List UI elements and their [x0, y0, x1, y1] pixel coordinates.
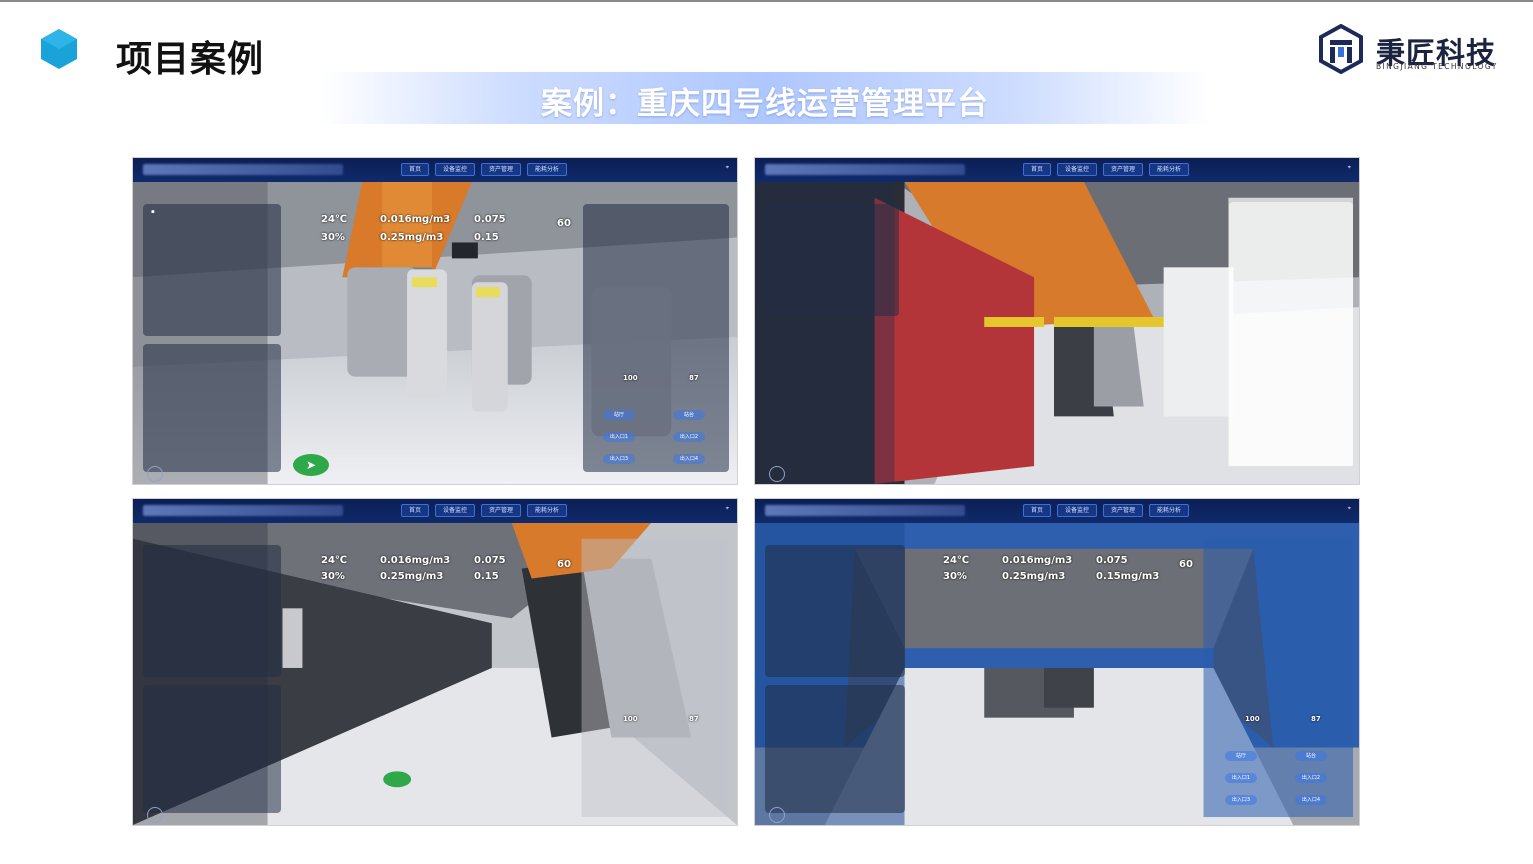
app-header: 首页 设备监控 资产管理 能耗分析 ⌖ — [755, 499, 1359, 523]
humidity-value: 30% — [321, 232, 345, 243]
btn-exit-3[interactable]: 出入口3 — [1225, 795, 1257, 805]
nav-home[interactable]: 首页 — [1023, 163, 1052, 176]
asset-panel — [765, 204, 899, 316]
stat-b: 87 — [1311, 715, 1321, 723]
pm10-value: 0.075 — [1096, 555, 1128, 566]
compass-icon[interactable] — [769, 807, 785, 823]
compass-icon[interactable] — [769, 466, 785, 482]
btn-exit-2[interactable]: 出入口2 — [1295, 773, 1327, 783]
bingjiang-logo-icon — [1319, 23, 1363, 75]
btn-platform[interactable]: 站台 — [1295, 751, 1327, 761]
app-title-blurred — [143, 505, 343, 516]
equipment-panel: ▪ — [143, 204, 281, 336]
app-title-blurred — [765, 505, 965, 516]
nav-assets[interactable]: 资产管理 — [481, 504, 522, 517]
btn-exit-1[interactable]: 出入口1 — [603, 432, 635, 442]
asset-panel — [765, 685, 905, 813]
app-title-blurred — [765, 164, 965, 175]
location-icon[interactable]: ⌖ — [726, 164, 729, 172]
nav-assets[interactable]: 资产管理 — [1103, 163, 1144, 176]
move-arrow-icon[interactable]: ➤ — [293, 454, 329, 476]
temperature-value: 24℃ — [943, 555, 970, 566]
app-nav: 首页 设备监控 资产管理 能耗分析 — [401, 504, 568, 518]
nav-home[interactable]: 首页 — [1023, 504, 1052, 517]
btn-exit-2[interactable]: 出入口2 — [673, 432, 705, 442]
nav-energy[interactable]: 能耗分析 — [527, 163, 568, 176]
pm25-value: 0.15mg/m3 — [1096, 571, 1160, 582]
pm25-value: 0.15 — [474, 571, 499, 582]
btn-exit-3[interactable]: 出入口3 — [603, 454, 635, 464]
tvoc-value: 0.25mg/m3 — [380, 232, 444, 243]
nav-assets[interactable]: 资产管理 — [481, 163, 522, 176]
stat-b: 87 — [689, 374, 699, 382]
app-header: 首页 设备监控 资产管理 能耗分析 ⌖ — [133, 158, 737, 182]
screenshot-station-hall: 首页 设备监控 资产管理 能耗分析 ⌖ ▪ 24℃ 30% 0.016mg/m3… — [132, 157, 738, 485]
stat-a: 100 — [1245, 715, 1260, 723]
equipment-panel — [765, 545, 905, 677]
btn-hall[interactable]: 站厅 — [603, 410, 635, 420]
equipment-panel — [143, 545, 281, 677]
pm25-value: 0.15 — [474, 232, 499, 243]
stat-a: 100 — [623, 374, 638, 382]
screenshot-entrance: 首页 设备监控 资产管理 能耗分析 ⌖ 24℃ 30% 0.016mg/m3 0… — [754, 498, 1360, 826]
nav-energy[interactable]: 能耗分析 — [1149, 163, 1190, 176]
panel-title-blurred: ▪ — [151, 209, 155, 215]
stat-a: 100 — [623, 715, 638, 723]
screenshot-platform-train: 首页 设备监控 资产管理 能耗分析 ⌖ — [754, 157, 1360, 485]
co2-value: 0.016mg/m3 — [1002, 555, 1073, 566]
app-title-blurred — [143, 164, 343, 175]
nav-energy[interactable]: 能耗分析 — [1149, 504, 1190, 517]
app-nav: 首页 设备监控 资产管理 能耗分析 — [1023, 504, 1190, 518]
btn-hall[interactable]: 站厅 — [1225, 751, 1257, 761]
logo-subtitle: BINGJIANG TECHNOLOGY — [1376, 62, 1498, 71]
page-title: 项目案例 — [116, 39, 265, 80]
noise-value: 60 — [1179, 559, 1193, 570]
btn-platform[interactable]: 站台 — [673, 410, 705, 420]
case-banner: 案例：重庆四号线运营管理平台 — [320, 72, 1210, 124]
noise-value: 60 — [557, 218, 571, 229]
co2-value: 0.016mg/m3 — [380, 555, 451, 566]
location-icon[interactable]: ⌖ — [726, 505, 729, 513]
properties-panel — [1229, 202, 1353, 466]
btn-exit-1[interactable]: 出入口1 — [1225, 773, 1257, 783]
company-logo: 秉匠科技 BINGJIANG TECHNOLOGY — [1318, 23, 1498, 76]
screenshot-platform: 首页 设备监控 资产管理 能耗分析 ⌖ 24℃ 30% 0.016mg/m3 0… — [132, 498, 738, 826]
nav-equipment[interactable]: 设备监控 — [435, 504, 476, 517]
tvoc-value: 0.25mg/m3 — [380, 571, 444, 582]
noise-value: 60 — [557, 559, 571, 570]
top-border — [0, 0, 1533, 2]
co2-value: 0.016mg/m3 — [380, 214, 451, 225]
app-header: 首页 设备监控 资产管理 能耗分析 ⌖ — [755, 158, 1359, 182]
nav-equipment[interactable]: 设备监控 — [1057, 163, 1098, 176]
temperature-value: 24℃ — [321, 214, 348, 225]
app-header: 首页 设备监控 资产管理 能耗分析 ⌖ — [133, 499, 737, 523]
hexagon-icon — [41, 29, 77, 69]
btn-exit-4[interactable]: 出入口4 — [1295, 795, 1327, 805]
nav-equipment[interactable]: 设备监控 — [1057, 504, 1098, 517]
temperature-value: 24℃ — [321, 555, 348, 566]
nav-equipment[interactable]: 设备监控 — [435, 163, 476, 176]
pm10-value: 0.075 — [474, 214, 506, 225]
banner-text: 案例：重庆四号线运营管理平台 — [541, 86, 989, 122]
nav-home[interactable]: 首页 — [401, 163, 430, 176]
humidity-value: 30% — [943, 571, 967, 582]
location-icon[interactable]: ⌖ — [1348, 164, 1351, 172]
location-icon[interactable]: ⌖ — [1348, 505, 1351, 513]
app-nav: 首页 设备监控 资产管理 能耗分析 — [401, 163, 568, 177]
nav-energy[interactable]: 能耗分析 — [527, 504, 568, 517]
pm10-value: 0.075 — [474, 555, 506, 566]
compass-icon[interactable] — [147, 466, 163, 482]
tvoc-value: 0.25mg/m3 — [1002, 571, 1066, 582]
nav-home[interactable]: 首页 — [401, 504, 430, 517]
asset-panel — [143, 344, 281, 472]
btn-exit-4[interactable]: 出入口4 — [673, 454, 705, 464]
stat-b: 87 — [689, 715, 699, 723]
nav-assets[interactable]: 资产管理 — [1103, 504, 1144, 517]
app-nav: 首页 设备监控 资产管理 能耗分析 — [1023, 163, 1190, 177]
asset-panel — [143, 685, 281, 813]
compass-icon[interactable] — [147, 807, 163, 823]
humidity-value: 30% — [321, 571, 345, 582]
slide: 项目案例 秉匠科技 BINGJIANG TECHNOLOGY 案例：重庆四号线运… — [0, 0, 1533, 864]
